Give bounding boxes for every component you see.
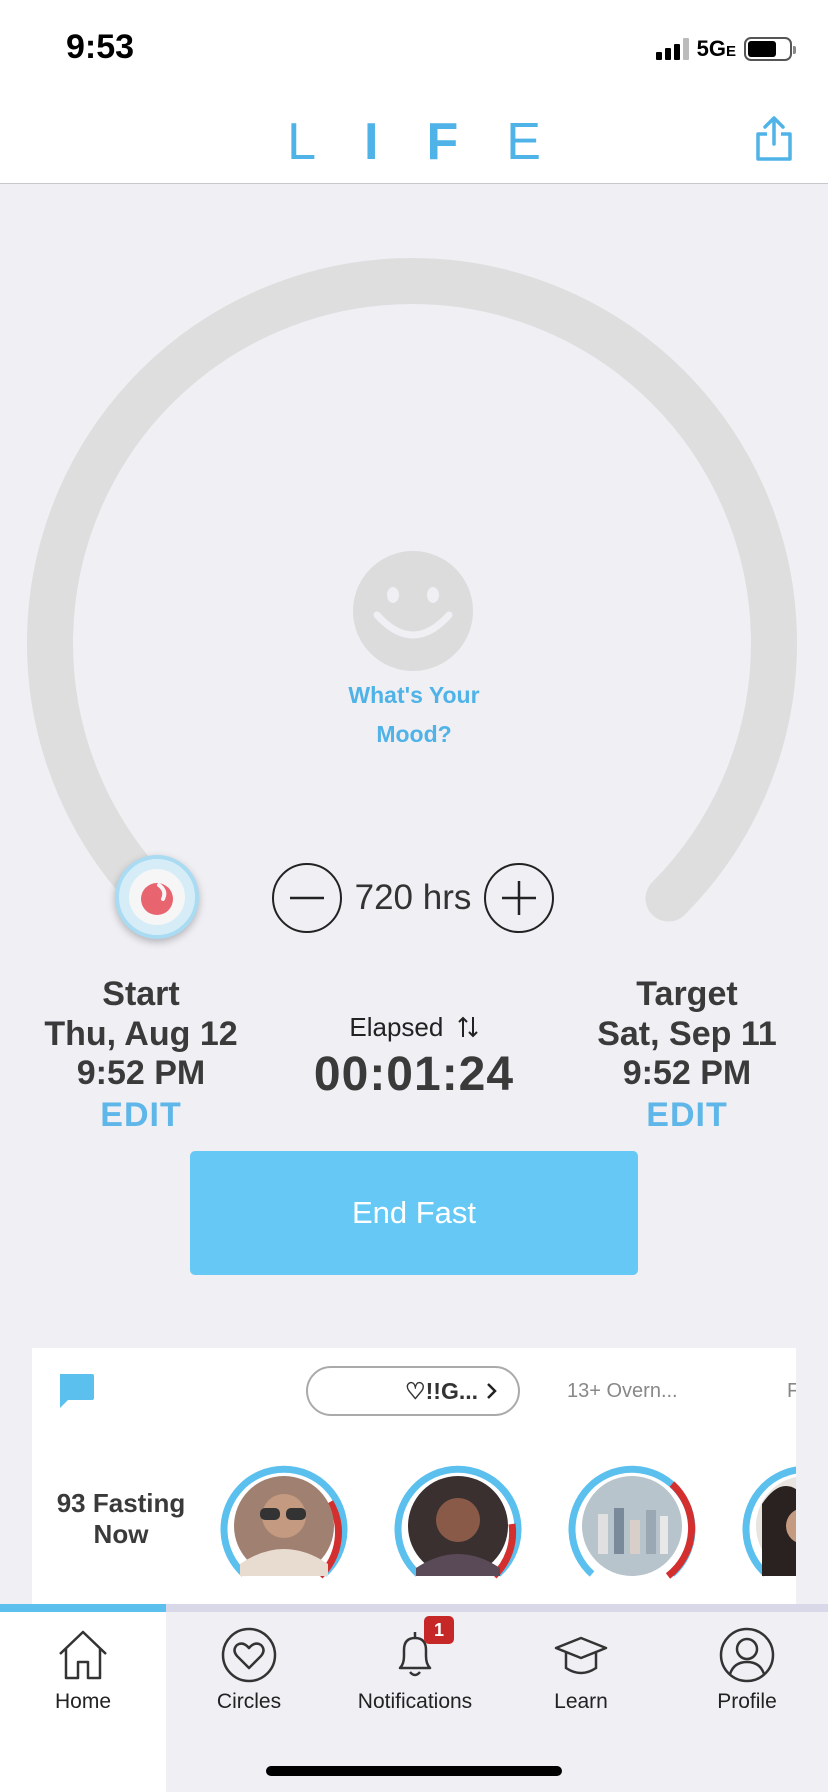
graduation-cap-icon (554, 1636, 608, 1675)
fasting-now-count: 93 Fasting Now (46, 1488, 196, 1550)
fasting-user-avatar[interactable] (220, 1464, 348, 1584)
network-type: 5GE (696, 36, 736, 61)
tab-label: Circles (216, 1690, 282, 1713)
battery-icon (744, 37, 796, 61)
fasting-now-line: 93 Fasting (56, 1488, 186, 1518)
fasting-drop-icon (141, 883, 173, 915)
status-bar: 9:53 5GE (0, 0, 828, 96)
profile-icon (719, 1627, 775, 1683)
fasting-user-avatar[interactable] (742, 1464, 796, 1584)
target-heading: Target (636, 975, 738, 1013)
logo-letter: F (426, 113, 459, 171)
app-header: L I F E (0, 96, 828, 184)
signal-icon (655, 38, 689, 60)
tab-notifications[interactable]: 1 Notifications (332, 1612, 498, 1792)
minus-icon (290, 896, 324, 900)
chat-bubble-icon[interactable] (56, 1372, 96, 1410)
plus-icon (502, 881, 536, 915)
start-info: Start Thu, Aug 12 9:52 PM EDIT (30, 974, 252, 1138)
elapsed-label-row: Elapsed (280, 1012, 548, 1043)
fasting-user-avatar[interactable] (394, 1464, 522, 1584)
elapsed-timer[interactable]: Elapsed 00:01:24 (280, 1012, 548, 1102)
logo-letter: E (506, 113, 541, 171)
target-time: 9:52 PM (622, 1054, 752, 1092)
chevron-right-icon (487, 1383, 497, 1399)
tab-indicator (0, 1604, 828, 1612)
app-logo: L I F E (0, 112, 828, 172)
status-time: 9:53 (66, 28, 135, 66)
tab-label: Profile (717, 1690, 777, 1713)
circle-tab-label: ♡!!G... (405, 1377, 478, 1404)
edit-target-button[interactable]: EDIT (576, 1092, 798, 1138)
start-date: Thu, Aug 12 (44, 1015, 238, 1053)
fasting-now-line: Now (93, 1519, 149, 1549)
elapsed-value: 00:01:24 (313, 1048, 515, 1101)
circle-tab-selected[interactable]: ♡!!G... (306, 1366, 520, 1416)
elapsed-label: Elapsed (349, 1012, 444, 1042)
tab-bar: Home Circles 1 Notifications Learn Profi… (0, 1612, 828, 1792)
logo-letter: I (364, 113, 379, 171)
mood-prompt-link[interactable]: What's Your Mood? (314, 676, 514, 754)
end-fast-button[interactable]: End Fast (190, 1151, 638, 1275)
tab-circles[interactable]: Circles (166, 1612, 332, 1792)
heart-circle-icon (221, 1627, 277, 1683)
status-indicators: 5GE (655, 36, 796, 62)
start-heading: Start (102, 975, 180, 1013)
increase-duration-button[interactable] (484, 863, 554, 933)
home-icon (59, 1630, 107, 1680)
fasting-user-avatar[interactable] (568, 1464, 696, 1584)
start-time-handle[interactable] (115, 855, 199, 939)
mood-prompt-line: What's Your (348, 682, 480, 708)
logo-letter: L (287, 113, 316, 171)
home-indicator[interactable] (266, 1766, 562, 1776)
mood-smiley-icon[interactable] (353, 551, 473, 671)
start-time: 9:52 PM (76, 1054, 206, 1092)
duration-adjuster: 720 hrs (272, 862, 554, 934)
tab-home[interactable]: Home (0, 1612, 166, 1792)
edit-start-button[interactable]: EDIT (30, 1092, 252, 1138)
target-info: Target Sat, Sep 11 9:52 PM EDIT (576, 974, 798, 1138)
circle-tab[interactable]: 13+ Overn... (567, 1380, 678, 1403)
tab-learn[interactable]: Learn (498, 1612, 664, 1792)
circle-tab[interactable]: F (787, 1380, 796, 1403)
mood-prompt-line: Mood? (376, 721, 452, 747)
target-date: Sat, Sep 11 (597, 1015, 777, 1053)
tab-label: Learn (554, 1690, 608, 1713)
swap-arrows-icon (457, 1016, 478, 1038)
duration-value: 720 hrs (354, 878, 472, 917)
tab-label: Notifications (357, 1690, 473, 1713)
tab-profile[interactable]: Profile (664, 1612, 828, 1792)
decrease-duration-button[interactable] (272, 863, 342, 933)
notification-badge: 1 (424, 1616, 454, 1644)
circles-card: ♡!!G... 13+ Overn... F 93 Fasting Now (32, 1348, 796, 1604)
share-icon[interactable] (754, 114, 794, 162)
tab-label: Home (54, 1690, 112, 1713)
